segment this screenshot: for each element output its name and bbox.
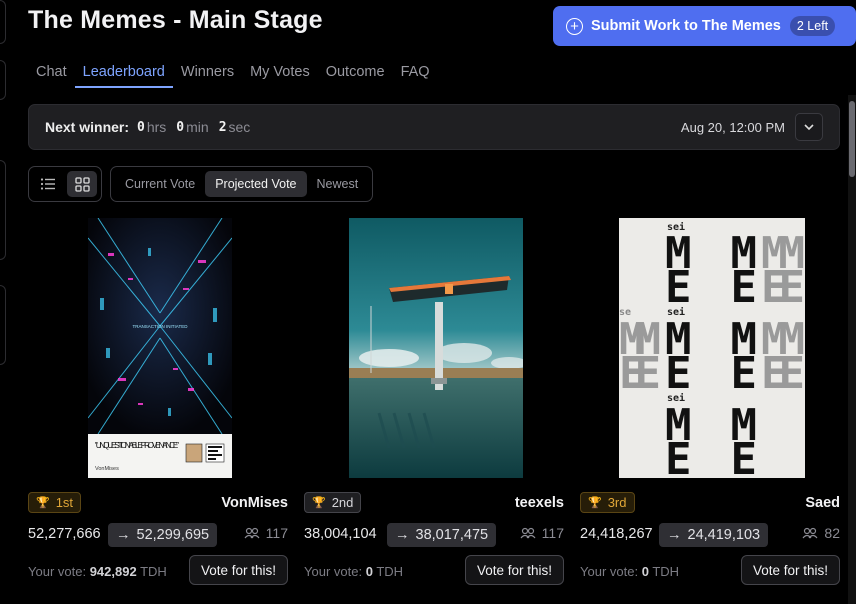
- voter-count: 82: [802, 525, 840, 541]
- your-vote-unit: TDH: [140, 564, 167, 579]
- chevron-down-icon: [804, 124, 814, 131]
- tab-chat[interactable]: Chat: [28, 62, 75, 88]
- next-winner-bar: Next winner: 0 hrs 0 min 2 sec Aug 20, 1…: [28, 104, 840, 150]
- sort-newest[interactable]: Newest: [307, 171, 369, 197]
- artwork-gas-station: [349, 218, 523, 478]
- svg-text:EE: EE: [619, 348, 661, 399]
- your-vote-label: Your vote:: [580, 564, 639, 579]
- plus-circle-icon: +: [566, 17, 583, 35]
- countdown-hours-unit: hrs: [146, 119, 167, 135]
- submissions-left-badge: 2 Left: [789, 16, 836, 36]
- svg-text:EE: EE: [761, 262, 805, 313]
- left-panel-edge: [0, 0, 6, 44]
- arrow-right-icon: →: [667, 527, 682, 543]
- artwork-mid-text: TRANSACTION INITIATED: [133, 324, 189, 329]
- rank-badge: 🏆 2nd: [304, 492, 362, 513]
- tab-leaderboard[interactable]: Leaderboard: [74, 62, 173, 88]
- your-vote: Your vote: 942,892 TDH: [28, 564, 167, 579]
- view-mode-toggle: [28, 166, 102, 202]
- scrollbar-thumb[interactable]: [849, 101, 855, 177]
- tab-my-votes[interactable]: My Votes: [242, 62, 318, 88]
- projected-vote-value: 52,299,695: [136, 527, 210, 543]
- artwork-signature: VonMises: [95, 466, 119, 472]
- voters-icon: [244, 527, 260, 539]
- page-title: The Memes - Main Stage: [28, 6, 323, 34]
- current-vote-total: 24,418,267: [580, 526, 653, 542]
- projected-vote-value: 38,017,475: [415, 527, 489, 543]
- tab-outcome[interactable]: Outcome: [318, 62, 393, 88]
- sort-selector: Current Vote Projected Vote Newest: [110, 166, 374, 202]
- next-winner-label: Next winner:: [45, 119, 130, 135]
- svg-text:EE: EE: [761, 348, 805, 399]
- trophy-icon: 🏆: [588, 497, 602, 509]
- arrow-right-icon: →: [395, 527, 410, 543]
- grid-icon: [74, 176, 90, 192]
- arrow-right-icon: →: [116, 527, 131, 543]
- vote-button[interactable]: Vote for this!: [188, 555, 288, 585]
- your-vote-value: 942,892: [89, 564, 137, 579]
- artwork-neon-city: TRANSACTION INITIATED "UNQUESTIONABLE PR…: [88, 218, 232, 478]
- rank-badge: 🏆 3rd: [580, 492, 635, 513]
- your-vote-value: 0: [641, 564, 649, 579]
- artwork-image[interactable]: sei sei sei se MM EE MM EE MM EE MM EE M…: [619, 218, 805, 478]
- next-winner-date: Aug 20, 12:00 PM: [680, 119, 785, 135]
- trophy-icon: 🏆: [36, 497, 50, 509]
- artwork-image[interactable]: TRANSACTION INITIATED "UNQUESTIONABLE PR…: [88, 218, 232, 478]
- grid-view-button[interactable]: [67, 171, 97, 197]
- countdown-seconds: 2: [218, 119, 227, 135]
- your-vote-unit: TDH: [376, 564, 404, 579]
- voter-count-value: 82: [824, 525, 840, 541]
- submit-work-button[interactable]: + Submit Work to The Memes 2 Left: [553, 6, 856, 46]
- artist-name[interactable]: Saed: [805, 495, 840, 511]
- rank-label: 1st: [55, 495, 74, 510]
- your-vote-label: Your vote:: [28, 564, 87, 579]
- list-view-button[interactable]: [33, 171, 63, 197]
- sort-current-vote[interactable]: Current Vote: [115, 171, 205, 197]
- artwork-caption: "UNQUESTIONABLE PROVENANCE": [95, 441, 179, 450]
- current-vote-total: 52,277,666: [28, 526, 101, 542]
- voter-count-value: 117: [541, 525, 564, 541]
- projected-vote-total: → 52,299,695: [108, 523, 218, 547]
- voters-icon: [520, 527, 536, 539]
- trophy-icon: 🏆: [312, 497, 326, 509]
- expand-schedule-button[interactable]: [795, 113, 823, 141]
- projected-vote-value: 24,419,103: [687, 527, 761, 543]
- rank-label: 2nd: [331, 495, 354, 510]
- projected-vote-total: → 38,017,475: [387, 523, 497, 547]
- artwork-image[interactable]: [349, 218, 523, 478]
- artwork-meme-typography: sei sei sei se MM EE MM EE MM EE MM EE M…: [619, 218, 805, 478]
- left-panel-edge: [0, 160, 6, 260]
- vote-button[interactable]: Vote for this!: [740, 555, 840, 585]
- stage-tabs: Chat Leaderboard Winners My Votes Outcom…: [28, 62, 438, 88]
- your-vote-unit: TDH: [652, 564, 680, 579]
- artist-name[interactable]: teexels: [515, 495, 564, 511]
- your-vote: Your vote: 0 TDH: [580, 564, 679, 579]
- artist-name[interactable]: VonMises: [221, 495, 288, 511]
- voters-icon: [802, 527, 818, 539]
- projected-vote-total: → 24,419,103: [659, 523, 769, 547]
- left-panel-edge: [0, 60, 6, 100]
- countdown-hours: 0: [137, 119, 145, 135]
- voter-count: 117: [520, 525, 564, 541]
- vote-button[interactable]: Vote for this!: [464, 555, 564, 585]
- countdown-minutes: 0: [176, 119, 185, 135]
- rank-badge: 🏆 1st: [28, 492, 82, 513]
- your-vote: Your vote: 0 TDH: [304, 564, 403, 579]
- current-vote-total: 38,004,104: [304, 526, 377, 542]
- page-scrollbar[interactable]: [848, 95, 856, 604]
- your-vote-value: 0: [365, 564, 373, 579]
- your-vote-label: Your vote:: [304, 564, 363, 579]
- tab-faq[interactable]: FAQ: [393, 62, 438, 88]
- sort-projected-vote[interactable]: Projected Vote: [205, 171, 307, 197]
- tab-winners[interactable]: Winners: [173, 62, 242, 88]
- voter-count-value: 117: [265, 525, 288, 541]
- left-panel-edge: [0, 285, 6, 365]
- countdown-seconds-unit: sec: [228, 119, 251, 135]
- submit-work-label: Submit Work to The Memes: [591, 18, 781, 34]
- list-icon: [40, 178, 55, 190]
- rank-label: 3rd: [607, 495, 627, 510]
- countdown-minutes-unit: min: [186, 119, 209, 135]
- voter-count: 117: [244, 525, 288, 541]
